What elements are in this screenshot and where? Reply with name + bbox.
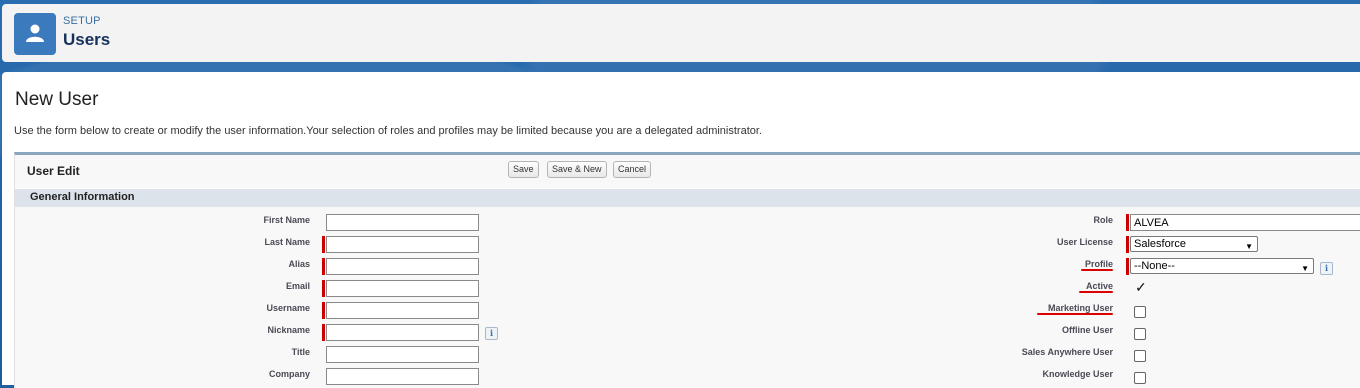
profile-value: --None-- bbox=[1134, 260, 1175, 272]
company-input[interactable] bbox=[326, 368, 479, 385]
page-title: New User bbox=[15, 89, 99, 110]
page-description: Use the form below to create or modify t… bbox=[14, 125, 762, 137]
required-indicator bbox=[322, 280, 325, 297]
user-license-value: Salesforce bbox=[1134, 238, 1186, 250]
info-icon[interactable]: i bbox=[1320, 262, 1333, 275]
first-name-input[interactable] bbox=[326, 214, 479, 231]
role-input[interactable] bbox=[1130, 214, 1360, 231]
offline-user-checkbox[interactable] bbox=[1134, 328, 1146, 340]
cancel-button[interactable]: Cancel bbox=[613, 161, 652, 178]
knowledge-user-checkbox[interactable] bbox=[1134, 372, 1146, 384]
profile-select[interactable]: --None-- ▼ bbox=[1130, 258, 1314, 274]
user-icon bbox=[14, 13, 56, 55]
first-name-label: First Name bbox=[263, 215, 310, 225]
username-label: Username bbox=[266, 303, 310, 313]
alias-label: Alias bbox=[288, 259, 310, 269]
general-information-section: General Information bbox=[15, 188, 1360, 207]
title-label: Title bbox=[291, 347, 310, 357]
chevron-down-icon: ▼ bbox=[1245, 242, 1253, 251]
title-input[interactable] bbox=[326, 346, 479, 363]
nickname-label: Nickname bbox=[267, 325, 310, 335]
last-name-label: Last Name bbox=[264, 237, 310, 247]
alias-input[interactable] bbox=[326, 258, 479, 275]
knowledge-user-label: Knowledge User bbox=[1042, 369, 1113, 379]
last-name-input[interactable] bbox=[326, 236, 479, 253]
company-label: Company bbox=[268, 369, 310, 379]
main-content: New User Use the form below to create or… bbox=[2, 72, 1360, 388]
email-label: Email bbox=[285, 281, 310, 291]
save-and-new-button[interactable]: Save & New bbox=[547, 161, 607, 178]
required-indicator bbox=[322, 258, 325, 275]
required-indicator bbox=[322, 302, 325, 319]
red-annotation-underline bbox=[1079, 291, 1113, 293]
save-button[interactable]: Save bbox=[508, 161, 539, 178]
required-indicator bbox=[1126, 214, 1129, 231]
red-annotation-underline bbox=[1081, 269, 1113, 271]
red-annotation-underline bbox=[1037, 313, 1113, 315]
required-indicator bbox=[322, 236, 325, 253]
active-label: Active bbox=[1085, 281, 1113, 291]
required-indicator bbox=[322, 324, 325, 341]
sales-anywhere-user-label: Sales Anywhere User bbox=[1021, 347, 1113, 357]
checkmark-icon[interactable]: ✓ bbox=[1135, 279, 1147, 296]
setup-header: SETUP Users bbox=[2, 4, 1360, 62]
user-edit-panel: User Edit Save Save & New Cancel General… bbox=[14, 152, 1360, 388]
offline-user-label: Offline User bbox=[1061, 325, 1113, 335]
required-indicator bbox=[1126, 236, 1129, 253]
email-input[interactable] bbox=[326, 280, 479, 297]
sales-anywhere-user-checkbox[interactable] bbox=[1134, 350, 1146, 362]
marketing-user-label: Marketing User bbox=[1047, 303, 1113, 313]
marketing-user-checkbox[interactable] bbox=[1134, 306, 1146, 318]
header-breadcrumb[interactable]: SETUP bbox=[63, 15, 101, 27]
nickname-input[interactable] bbox=[326, 324, 479, 341]
section-title: General Information bbox=[30, 191, 135, 203]
info-icon[interactable]: i bbox=[485, 327, 498, 340]
user-edit-title: User Edit bbox=[27, 164, 80, 178]
username-input[interactable] bbox=[326, 302, 479, 319]
page-heading: Users bbox=[63, 30, 111, 49]
chevron-down-icon: ▼ bbox=[1301, 264, 1309, 273]
user-license-label: User License bbox=[1056, 237, 1113, 247]
profile-label: Profile bbox=[1084, 259, 1113, 269]
role-label: Role bbox=[1093, 215, 1113, 225]
user-license-select[interactable]: Salesforce ▼ bbox=[1130, 236, 1258, 252]
required-indicator bbox=[1126, 258, 1129, 275]
